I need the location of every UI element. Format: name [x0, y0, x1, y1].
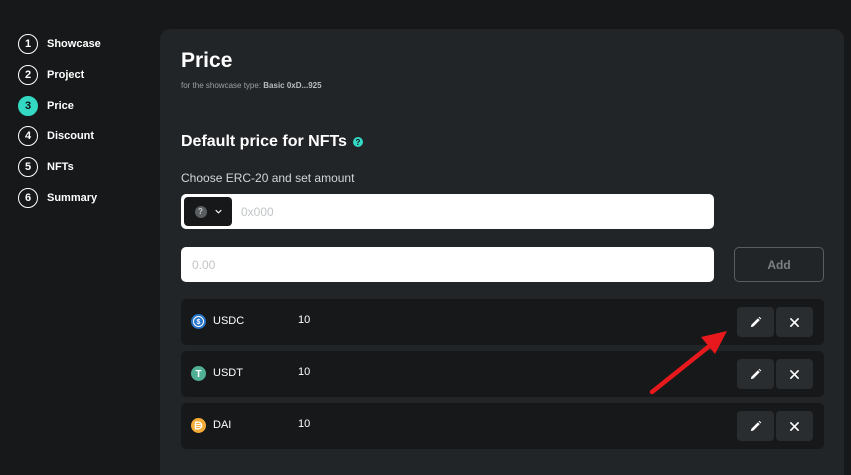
section-title: Default price for NFTs ?	[181, 133, 363, 151]
step-number: 2	[18, 64, 38, 85]
pencil-icon	[750, 420, 762, 431]
stepper: 1 Showcase 2 Project 3 Price 4 Discount …	[18, 34, 148, 219]
step-number: 5	[18, 157, 38, 178]
token-address-field: ?	[181, 194, 714, 229]
remove-button[interactable]	[776, 411, 813, 441]
usdt-icon: T	[191, 366, 206, 381]
price-row-usdt: T USDT 10	[181, 351, 824, 397]
edit-button[interactable]	[737, 359, 774, 389]
step-number: 3	[18, 95, 38, 116]
price-panel: Price for the showcase type: Basic 0xD..…	[160, 29, 844, 475]
close-icon	[790, 369, 799, 379]
page-subtitle: for the showcase type: Basic 0xD...925	[181, 81, 322, 90]
token-address-input[interactable]	[241, 194, 701, 229]
step-summary[interactable]: 6 Summary	[18, 187, 148, 208]
showcase-type: Basic 0xD...925	[263, 81, 322, 90]
step-number: 6	[18, 187, 38, 208]
token-amount: 10	[298, 418, 311, 430]
step-nfts[interactable]: 5 NFTs	[18, 157, 148, 178]
unknown-token-icon: ?	[194, 205, 207, 218]
usdc-icon: $	[191, 314, 206, 329]
step-price[interactable]: 3 Price	[18, 95, 148, 116]
edit-button[interactable]	[737, 307, 774, 337]
dai-icon	[191, 418, 206, 433]
remove-button[interactable]	[776, 307, 813, 337]
add-button[interactable]: Add	[734, 247, 824, 282]
svg-text:T: T	[195, 369, 201, 380]
section-title-text: Default price for NFTs	[181, 133, 347, 150]
step-label: Project	[47, 68, 85, 81]
token-amount: 10	[298, 314, 311, 326]
price-row-usdc: $ USDC 10	[181, 299, 824, 345]
step-project[interactable]: 2 Project	[18, 64, 148, 85]
step-number: 1	[18, 34, 38, 54]
token-symbol: DAI	[213, 419, 232, 431]
subtitle-prefix: for the showcase type:	[181, 81, 262, 90]
field-label: Choose ERC-20 and set amount	[181, 171, 355, 185]
token-symbol: USDC	[213, 315, 245, 327]
token-amount: 10	[298, 366, 311, 378]
svg-text:$: $	[197, 319, 201, 326]
remove-button[interactable]	[776, 359, 813, 389]
step-number: 4	[18, 126, 38, 147]
step-label: Showcase	[47, 38, 101, 50]
step-label: Discount	[47, 130, 95, 143]
amount-input[interactable]	[181, 247, 714, 282]
page-title: Price	[181, 49, 233, 72]
step-label: NFTs	[47, 161, 74, 174]
step-label: Summary	[47, 191, 98, 204]
token-symbol: USDT	[213, 367, 243, 379]
edit-button[interactable]	[737, 411, 774, 441]
close-icon	[790, 421, 799, 431]
step-discount[interactable]: 4 Discount	[18, 126, 148, 147]
step-label: Price	[47, 99, 74, 112]
pencil-icon	[750, 316, 762, 327]
help-icon[interactable]: ?	[352, 137, 363, 147]
step-showcase[interactable]: 1 Showcase	[18, 34, 148, 54]
chevron-down-icon	[214, 209, 222, 214]
token-select-dropdown[interactable]: ?	[184, 197, 232, 226]
pencil-icon	[750, 368, 762, 379]
price-row-dai: DAI 10	[181, 403, 824, 449]
close-icon	[790, 317, 799, 327]
